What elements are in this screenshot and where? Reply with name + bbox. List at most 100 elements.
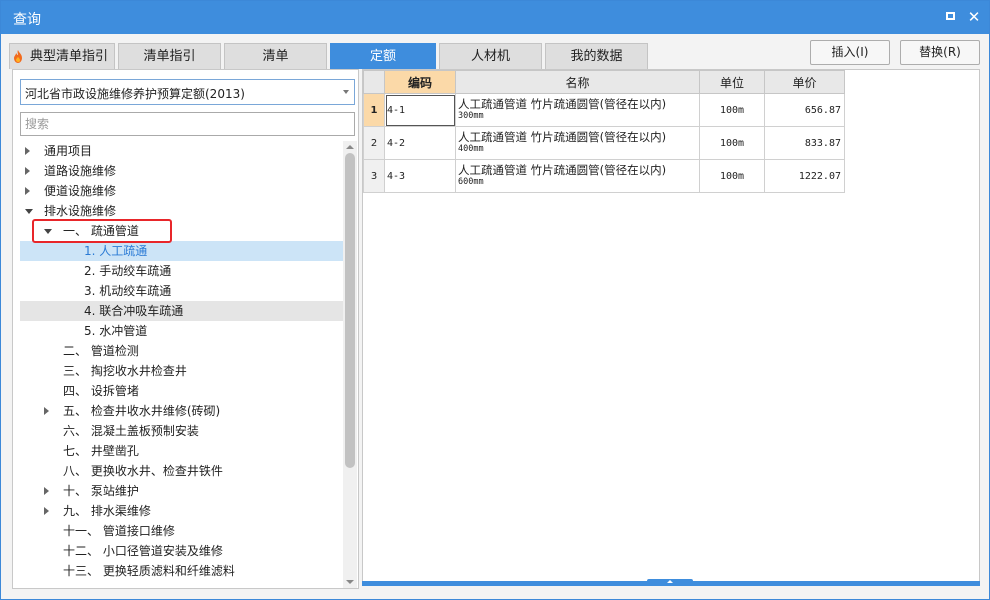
unit-cell[interactable]: 100m: [699, 126, 765, 160]
tree-item[interactable]: 2. 手动绞车疏通: [20, 261, 343, 281]
quota-results-panel: 编码 名称 单位 单价 1 4-1 人工疏通管道 竹片疏通圆管(管径在以内) 30…: [362, 69, 980, 584]
replace-button[interactable]: 替换(R): [900, 40, 980, 65]
tree-item[interactable]: 十一、 管道接口维修: [20, 521, 343, 541]
name-cell[interactable]: 人工疏通管道 竹片疏通圆管(管径在以内) 600mm: [455, 159, 700, 193]
tree-item[interactable]: 五、 检查井收水井维修(砖砌): [20, 401, 343, 421]
tree-scrollbar[interactable]: [343, 141, 357, 588]
code-cell[interactable]: 4-1: [384, 93, 456, 127]
tree-item[interactable]: 六、 混凝土盖板预制安装: [20, 421, 343, 441]
tree-item[interactable]: 九、 排水渠维修: [20, 501, 343, 521]
spec-text: 400mm: [458, 144, 484, 154]
row-number: 1: [363, 93, 385, 127]
row-number: 3: [363, 159, 385, 193]
table-header: 编码 名称 单位 单价: [363, 70, 845, 94]
tree-item[interactable]: 二、 管道检测: [20, 341, 343, 361]
tree-item[interactable]: 十、 泵站维护: [20, 481, 343, 501]
tree-item-label: 十二、 小口径管道安装及维修: [63, 544, 223, 558]
expand-arrow-right-icon[interactable]: [44, 507, 49, 515]
spec-text: 300mm: [458, 111, 484, 121]
tree-item[interactable]: 七、 井壁凿孔: [20, 441, 343, 461]
tree-item[interactable]: 道路设施维修: [20, 161, 343, 181]
expand-arrow-right-icon[interactable]: [25, 167, 30, 175]
price-cell[interactable]: 833.87: [764, 126, 845, 160]
tree-item-label: 2. 手动绞车疏通: [84, 264, 172, 278]
tree-item-label: 3. 机动绞车疏通: [84, 284, 172, 298]
tree-item[interactable]: 3. 机动绞车疏通: [20, 281, 343, 301]
tab-my-data[interactable]: 我的数据: [545, 43, 648, 69]
tab-typical-list-guide[interactable]: 典型清单指引: [9, 43, 115, 69]
tree-item[interactable]: 四、 设拆管堵: [20, 381, 343, 401]
expand-arrow-right-icon[interactable]: [44, 407, 49, 415]
column-header-price[interactable]: 单价: [764, 70, 845, 94]
scroll-down-icon[interactable]: [346, 580, 354, 584]
tab-label: 定额: [369, 49, 396, 64]
expand-arrow-right-icon[interactable]: [25, 187, 30, 195]
tree-item-label: 便道设施维修: [44, 184, 117, 198]
library-select[interactable]: 河北省市政设施维修养护预算定额(2013): [20, 79, 355, 105]
column-header-unit[interactable]: 单位: [699, 70, 765, 94]
expand-arrow-right-icon[interactable]: [25, 147, 30, 155]
close-button[interactable]: ✕: [965, 8, 983, 26]
tree-item[interactable]: 排水设施维修: [20, 201, 343, 221]
name-text: 人工疏通管道 竹片疏通圆管(管径在以内): [458, 97, 667, 111]
tree-item[interactable]: 十三、 更换轻质滤料和纤维滤料: [20, 561, 343, 581]
tree-item[interactable]: 5. 水冲管道: [20, 321, 343, 341]
column-header-code[interactable]: 编码: [384, 70, 456, 94]
tree-item[interactable]: 便道设施维修: [20, 181, 343, 201]
tab-label: 我的数据: [570, 49, 623, 64]
title-bar[interactable]: 查询 ✕: [1, 1, 989, 34]
code-cell[interactable]: 4-3: [384, 159, 456, 193]
tab-list[interactable]: 清单: [224, 43, 327, 69]
table-row[interactable]: 1 4-1 人工疏通管道 竹片疏通圆管(管径在以内) 300mm 100m 656…: [363, 93, 845, 127]
code-cell[interactable]: 4-2: [384, 126, 456, 160]
annotation-box: [32, 219, 172, 243]
close-icon: ✕: [967, 8, 981, 26]
table-row[interactable]: 2 4-2 人工疏通管道 竹片疏通圆管(管径在以内) 400mm 100m 833…: [363, 126, 845, 160]
tree-item-label: 四、 设拆管堵: [63, 384, 139, 398]
expand-arrow-down-icon[interactable]: [25, 209, 33, 214]
collapse-grip[interactable]: [647, 579, 693, 586]
insert-button[interactable]: 插入(I): [810, 40, 890, 65]
name-cell[interactable]: 人工疏通管道 竹片疏通圆管(管径在以内) 400mm: [455, 126, 700, 160]
expand-arrow-right-icon[interactable]: [44, 487, 49, 495]
tree-item-label: 通用项目: [44, 144, 93, 158]
tree-item[interactable]: 1. 人工疏通: [20, 241, 343, 261]
window-title: 查询: [13, 12, 41, 28]
tab-list-guide[interactable]: 清单指引: [118, 43, 221, 69]
tab-label: 人材机: [470, 49, 510, 64]
tree-item[interactable]: 通用项目: [20, 141, 343, 161]
tree-item-label: 4. 联合冲吸车疏通: [84, 304, 184, 318]
fire-icon: [14, 50, 22, 63]
tree-item[interactable]: 三、 掏挖收水井检查井: [20, 361, 343, 381]
quota-library-panel: 河北省市政设施维修养护预算定额(2013) 通用项目道路设施维修便道设施维修排水…: [12, 69, 359, 589]
panel-splitter[interactable]: [362, 579, 980, 586]
spec-text: 600mm: [458, 177, 484, 187]
tree-item-label: 十、 泵站维护: [63, 484, 139, 498]
maximize-icon: [945, 12, 955, 20]
tree-item[interactable]: 八、 更换收水井、检查井铁件: [20, 461, 343, 481]
tree-item-label: 九、 排水渠维修: [63, 504, 151, 518]
unit-cell[interactable]: 100m: [699, 159, 765, 193]
search-input[interactable]: [20, 112, 355, 136]
tree-item-label: 十三、 更换轻质滤料和纤维滤料: [63, 564, 235, 578]
tab-quota[interactable]: 定额: [330, 43, 436, 69]
scroll-thumb[interactable]: [345, 153, 355, 468]
chevron-down-icon: [343, 90, 349, 94]
unit-cell[interactable]: 100m: [699, 93, 765, 127]
column-header-name[interactable]: 名称: [455, 70, 700, 94]
scroll-up-icon[interactable]: [346, 145, 354, 149]
price-cell[interactable]: 656.87: [764, 93, 845, 127]
chapter-tree: 通用项目 道路设施维修 便道设施维修 排水设施维修 一、 疏通管道 1. 人工疏通 2. 手…: [20, 141, 343, 588]
tab-labor-material-machine[interactable]: 人材机: [439, 43, 542, 69]
tree-item[interactable]: 十二、 小口径管道安装及维修: [20, 541, 343, 561]
tab-label: 清单指引: [143, 49, 196, 64]
name-cell[interactable]: 人工疏通管道 竹片疏通圆管(管径在以内) 300mm: [455, 93, 700, 127]
price-cell[interactable]: 1222.07: [764, 159, 845, 193]
table-row[interactable]: 3 4-3 人工疏通管道 竹片疏通圆管(管径在以内) 600mm 100m 122…: [363, 159, 845, 193]
corner-cell: [363, 70, 385, 94]
tree-item[interactable]: 4. 联合冲吸车疏通: [20, 301, 343, 321]
tree-item-label: 十一、 管道接口维修: [63, 524, 175, 538]
tree-item-label: 六、 混凝土盖板预制安装: [63, 424, 199, 438]
maximize-button[interactable]: [941, 8, 959, 26]
row-number: 2: [363, 126, 385, 160]
